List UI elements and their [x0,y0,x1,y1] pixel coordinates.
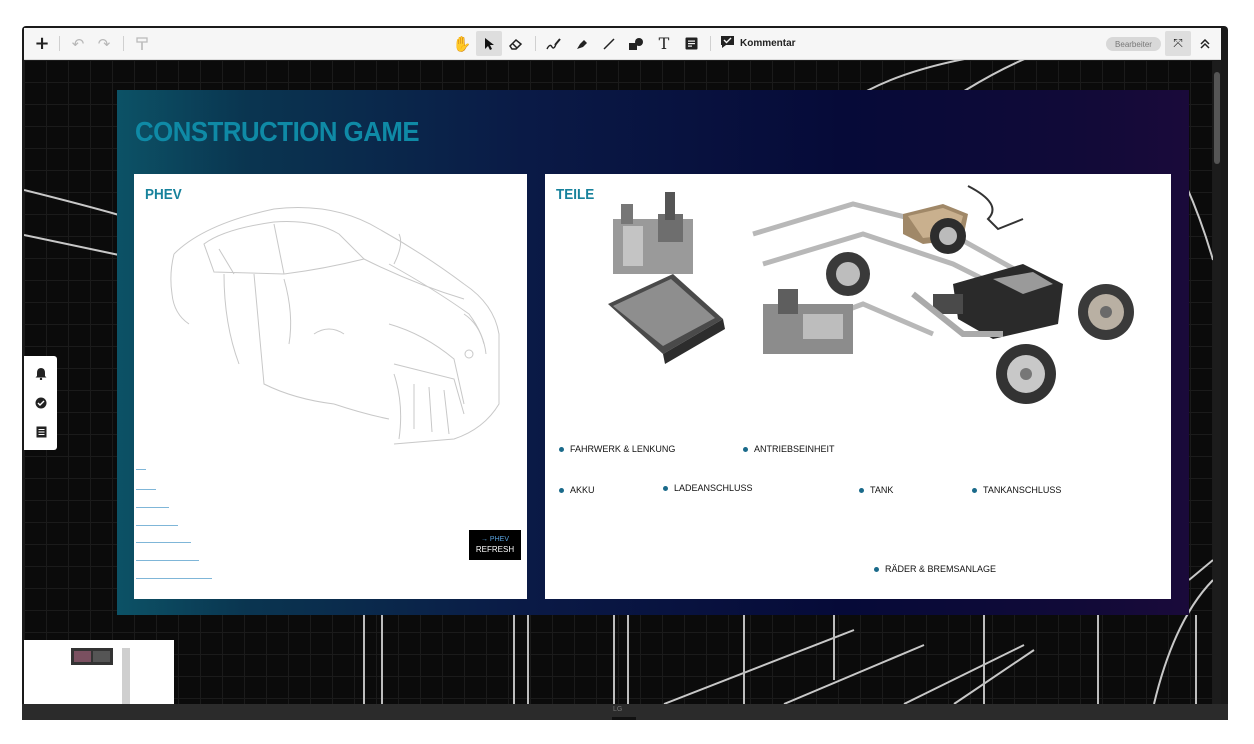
hand-icon[interactable]: ✋ [451,31,473,56]
sticky-note-icon[interactable] [680,31,702,56]
toolbar: + ↶ ↷ ✋ T Kommentar Bearbeiter ⤧ [24,28,1221,60]
exploded-parts-image[interactable] [603,184,1143,434]
pointer-icon[interactable] [476,31,502,56]
kommentar-label: Kommentar [740,38,796,49]
whiteboard-canvas[interactable]: CONSTRUCTION GAME PHEV → PHEV REFRESH TE… [24,60,1213,704]
slide-frame[interactable]: CONSTRUCTION GAME PHEV → PHEV REFRESH TE… [117,90,1189,615]
drop-line [136,507,169,508]
collapse-icon[interactable] [1194,31,1216,56]
redo-icon[interactable]: ↷ [94,31,114,56]
phev-refresh-button[interactable]: → PHEV REFRESH [469,530,521,560]
undo-icon[interactable]: ↶ [68,31,88,56]
drop-line [136,489,156,490]
phev-panel[interactable]: PHEV → PHEV REFRESH [134,174,527,599]
battery-part [608,274,725,364]
monitor-logo: LG [613,706,623,713]
text-icon[interactable]: T [653,31,675,56]
part-label-ladeanschluss[interactable]: LADEANSCHLUSS [663,483,753,493]
paint-roller-icon[interactable] [132,31,152,56]
phev-panel-title: PHEV [145,186,182,203]
part-label-tankanschluss[interactable]: TANKANSCHLUSS [972,485,1061,495]
minimap-viewport[interactable] [71,648,113,665]
pen-icon[interactable] [543,31,565,56]
drop-line [136,560,199,561]
minimap-column [122,648,130,704]
toolbar-separator [710,36,711,51]
monitor-stand [612,717,636,720]
toolbar-separator [123,36,124,51]
screen: + ↶ ↷ ✋ T Kommentar Bearbeiter ⤧ CONSTRU… [24,28,1221,704]
part-label-raeder[interactable]: RÄDER & BREMSANLAGE [874,564,996,574]
slide-title: CONSTRUCTION GAME [135,116,420,147]
drop-line [136,578,212,579]
car-outline-drawing [170,207,500,445]
toolbar-separator [59,36,60,51]
bell-icon[interactable] [34,366,48,380]
document-list-icon[interactable] [34,425,48,439]
eraser-icon[interactable] [505,31,527,56]
toolbar-separator [535,36,536,51]
kommentar-button[interactable]: Kommentar [720,31,796,56]
fullscreen-icon[interactable]: ⤧ [1165,31,1191,56]
check-circle-icon[interactable] [34,396,48,410]
subframe-part [763,289,853,354]
tank-filler-part [967,185,1024,231]
drop-line [136,542,191,543]
part-label-antriebseinheit[interactable]: ANTRIEBSEINHEIT [743,444,835,454]
role-badge: Bearbeiter [1106,37,1161,51]
scrollbar-thumb[interactable] [1214,72,1220,164]
refresh-line1: → PHEV [480,536,509,543]
shapes-icon[interactable] [625,31,647,56]
drop-line [136,525,178,526]
line-icon[interactable] [598,31,620,56]
comment-icon [720,35,735,52]
vertical-scrollbar[interactable] [1213,60,1221,704]
part-label-fahrwerk[interactable]: FAHRWERK & LENKUNG [559,444,675,454]
highlighter-icon[interactable] [571,31,593,56]
add-icon[interactable]: + [32,31,52,56]
part-label-akku[interactable]: AKKU [559,485,595,495]
drop-line [136,469,146,470]
part-label-tank[interactable]: TANK [859,485,893,495]
refresh-line2: REFRESH [475,545,515,554]
tank-part [903,204,968,254]
minimap[interactable]: − + [24,640,174,704]
teile-panel-title: TEILE [556,186,595,203]
steering-assembly-part [613,192,693,274]
left-sidebar [24,356,57,450]
teile-panel[interactable]: TEILE FAHRWERK & LENKUNG ANTRIEBSEINHEIT… [545,174,1171,599]
